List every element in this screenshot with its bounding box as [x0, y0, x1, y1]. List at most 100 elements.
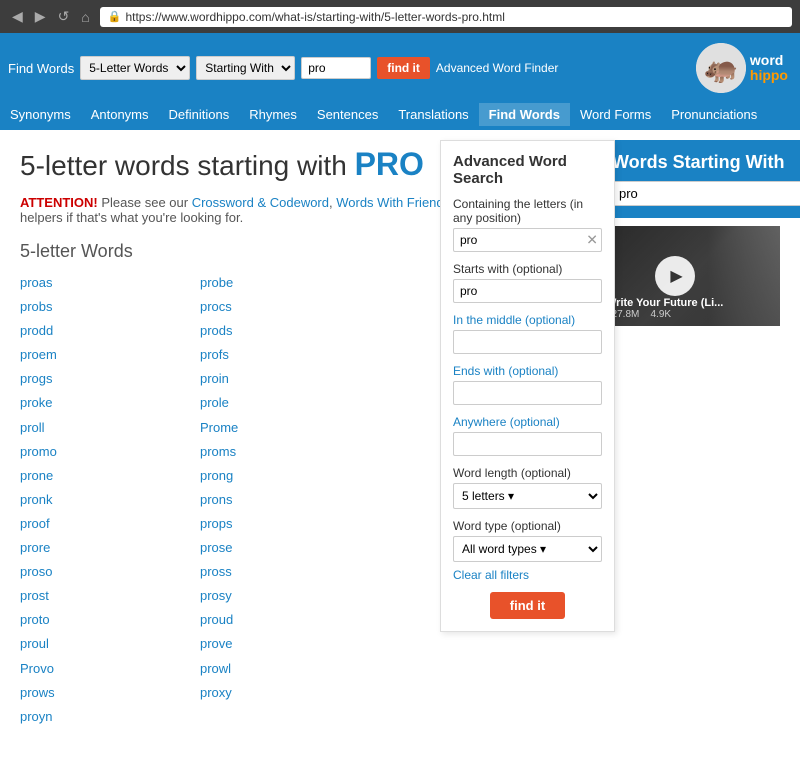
- advanced-search-panel: Advanced Word Search Containing the lett…: [440, 140, 615, 632]
- logo-area: 🦛 word hippo: [692, 39, 792, 97]
- list-item[interactable]: Prome: [200, 417, 360, 439]
- tab-word-forms[interactable]: Word Forms: [570, 103, 661, 126]
- refresh-button[interactable]: ↺: [54, 6, 74, 27]
- list-item[interactable]: proas: [20, 272, 180, 294]
- list-item[interactable]: proto: [20, 609, 180, 631]
- words-starting-with-box: Words Starting With go: [600, 140, 800, 218]
- list-item[interactable]: proso: [20, 561, 180, 583]
- crossword-link[interactable]: Crossword & Codeword: [192, 195, 329, 210]
- list-item[interactable]: probe: [200, 272, 360, 294]
- list-item[interactable]: progs: [20, 368, 180, 390]
- address-bar[interactable]: 🔒 https://www.wordhippo.com/what-is/star…: [100, 7, 792, 27]
- list-item[interactable]: prons: [200, 489, 360, 511]
- length-label: Word length (optional): [453, 466, 602, 480]
- list-item[interactable]: prods: [200, 320, 360, 342]
- list-item[interactable]: proms: [200, 441, 360, 463]
- list-item[interactable]: prose: [200, 537, 360, 559]
- list-item[interactable]: Provo: [20, 658, 180, 680]
- list-item[interactable]: pronk: [20, 489, 180, 511]
- video-box: ▶ Write Your Future (Li... 127.8M 4.9K: [600, 226, 780, 326]
- attention-text1: Please see our: [101, 195, 191, 210]
- list-item[interactable]: proxy: [200, 682, 360, 704]
- starts-with-input[interactable]: [453, 279, 602, 303]
- list-item[interactable]: promo: [20, 441, 180, 463]
- title-highlight: PRO: [355, 146, 424, 182]
- tab-sentences[interactable]: Sentences: [307, 103, 388, 126]
- search-input[interactable]: [301, 57, 371, 79]
- attention-label: ATTENTION!: [20, 195, 98, 210]
- home-button[interactable]: ⌂: [77, 7, 93, 27]
- list-item[interactable]: prove: [200, 633, 360, 655]
- list-item[interactable]: procs: [200, 296, 360, 318]
- tab-rhymes[interactable]: Rhymes: [239, 103, 307, 126]
- list-item[interactable]: profs: [200, 344, 360, 366]
- length-select[interactable]: 5 letters ▾: [453, 483, 602, 509]
- tab-pronunciations[interactable]: Pronunciations: [661, 103, 767, 126]
- lock-icon: 🔒: [108, 10, 122, 23]
- back-button[interactable]: ◀: [8, 6, 27, 27]
- play-button[interactable]: ▶: [655, 256, 695, 296]
- video-stat2: 4.9K: [650, 309, 671, 320]
- list-item[interactable]: proud: [200, 609, 360, 631]
- find-words-label: Find Words: [8, 61, 74, 76]
- logo-hippo: hippo: [750, 68, 788, 83]
- sub-nav: Synonyms Antonyms Definitions Rhymes Sen…: [0, 103, 800, 130]
- words-start-title: Words Starting With: [612, 152, 788, 173]
- list-item[interactable]: proul: [20, 633, 180, 655]
- starts-with-label: Starts with (optional): [453, 262, 602, 276]
- list-item[interactable]: prore: [20, 537, 180, 559]
- list-item[interactable]: prole: [200, 392, 360, 414]
- list-item[interactable]: probs: [20, 296, 180, 318]
- words-start-input[interactable]: [612, 181, 800, 206]
- url-text: https://www.wordhippo.com/what-is/starti…: [125, 10, 504, 24]
- anywhere-input[interactable]: [453, 432, 602, 456]
- list-item[interactable]: pross: [200, 561, 360, 583]
- containing-label: Containing the letters (in any position): [453, 197, 602, 225]
- list-item[interactable]: proll: [20, 417, 180, 439]
- tab-antonyms[interactable]: Antonyms: [81, 103, 159, 126]
- forward-button[interactable]: ▶: [31, 6, 50, 27]
- middle-input[interactable]: [453, 330, 602, 354]
- list-item[interactable]: prost: [20, 585, 180, 607]
- list-item[interactable]: proin: [200, 368, 360, 390]
- right-sidebar: Words Starting With go ▶ Write Your Futu…: [600, 130, 800, 760]
- list-item[interactable]: proyn: [20, 706, 180, 728]
- word-length-select[interactable]: 5-Letter Words: [80, 56, 190, 80]
- words-start-search: go: [612, 181, 788, 206]
- pattern-select[interactable]: Starting With: [196, 56, 295, 80]
- list-item[interactable]: prosy: [200, 585, 360, 607]
- advanced-find-it-button[interactable]: find it: [490, 592, 565, 619]
- logo-word: word: [750, 53, 788, 68]
- anywhere-label: Anywhere (optional): [453, 415, 602, 429]
- video-stats: 127.8M 4.9K: [606, 309, 723, 320]
- list-item[interactable]: prows: [20, 682, 180, 704]
- list-item[interactable]: proem: [20, 344, 180, 366]
- tab-find-words[interactable]: Find Words: [479, 103, 570, 126]
- video-title: Write Your Future (Li...: [606, 297, 723, 309]
- ends-with-input[interactable]: [453, 381, 602, 405]
- wwf-link[interactable]: Words With Friends: [336, 195, 450, 210]
- list-item[interactable]: prodd: [20, 320, 180, 342]
- list-item[interactable]: proke: [20, 392, 180, 414]
- type-label: Word type (optional): [453, 519, 602, 533]
- find-it-button[interactable]: find it: [377, 57, 430, 79]
- tab-translations[interactable]: Translations: [388, 103, 478, 126]
- containing-clear-icon[interactable]: ✕: [586, 232, 598, 249]
- list-item[interactable]: prong: [200, 465, 360, 487]
- clear-filters-link[interactable]: Clear all filters: [453, 568, 602, 582]
- list-item[interactable]: prone: [20, 465, 180, 487]
- tab-synonyms[interactable]: Synonyms: [0, 103, 81, 126]
- browser-controls: ◀ ▶ ↺ ⌂: [8, 6, 94, 27]
- containing-input-wrap: ✕: [453, 228, 602, 252]
- middle-label: In the middle (optional): [453, 313, 602, 327]
- containing-input[interactable]: [453, 228, 602, 252]
- tab-definitions[interactable]: Definitions: [159, 103, 240, 126]
- advanced-search-title: Advanced Word Search: [453, 153, 602, 187]
- browser-chrome: ◀ ▶ ↺ ⌂ 🔒 https://www.wordhippo.com/what…: [0, 0, 800, 33]
- type-select[interactable]: All word types ▾: [453, 536, 602, 562]
- list-item[interactable]: prowl: [200, 658, 360, 680]
- ends-with-label: Ends with (optional): [453, 364, 602, 378]
- list-item[interactable]: props: [200, 513, 360, 535]
- advanced-word-finder-link[interactable]: Advanced Word Finder: [436, 61, 559, 75]
- list-item[interactable]: proof: [20, 513, 180, 535]
